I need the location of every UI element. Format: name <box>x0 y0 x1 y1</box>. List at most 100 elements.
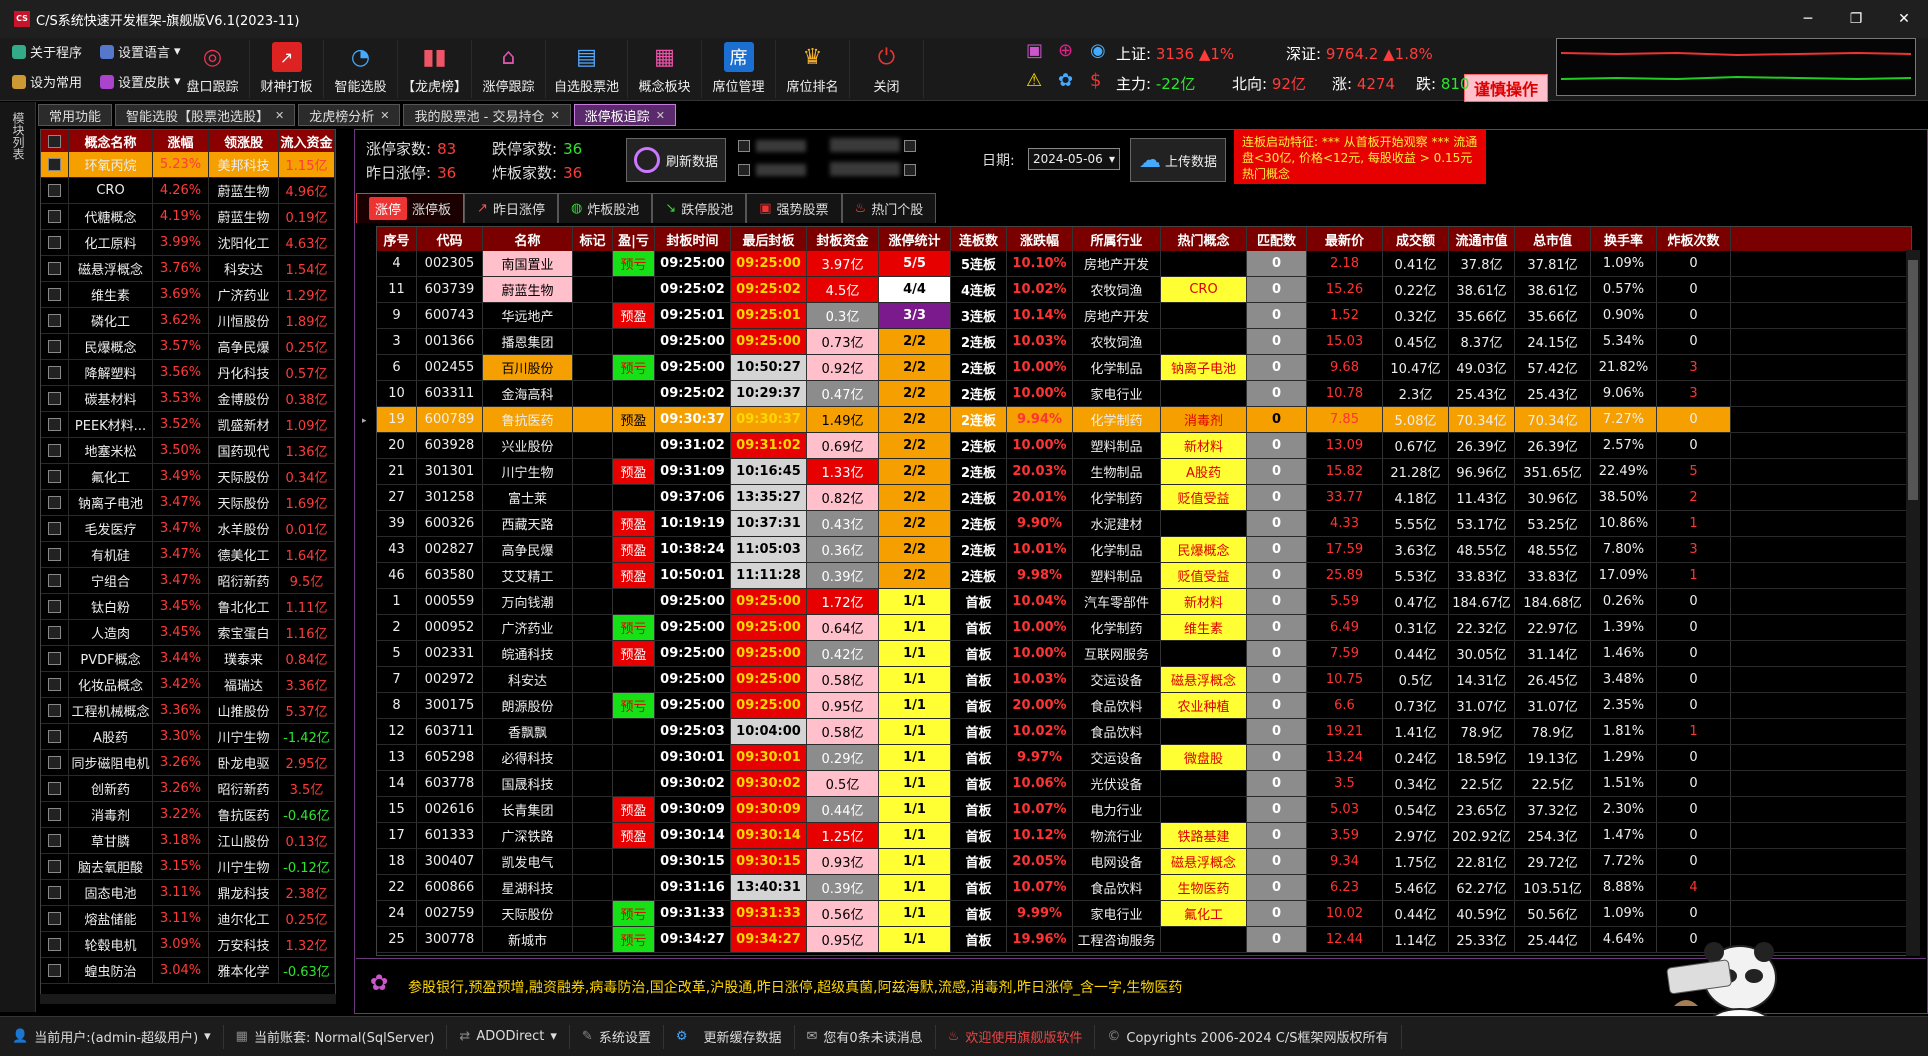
table-row[interactable]: 39 600326 西藏天路 预盈 10:19:19 10:37:31 0.43亿 2/2 2连… <box>377 511 1911 537</box>
header-leader[interactable]: 领涨股 <box>209 130 279 152</box>
header-concept-name[interactable]: 概念名称 <box>69 130 153 152</box>
set-common-button[interactable]: 设为常用 <box>12 72 82 91</box>
row-checkbox[interactable] <box>48 288 61 301</box>
row-checkbox[interactable] <box>48 964 61 977</box>
select-all-checkbox[interactable] <box>48 134 61 148</box>
table-row[interactable]: 2 000952 广济药业 预亏 09:25:00 09:25:00 0.64亿 1/1 首板 1… <box>377 615 1911 641</box>
row-checkbox[interactable] <box>48 496 61 509</box>
concept-row[interactable]: 宁组合 3.47% 昭衍新药 9.5亿 <box>41 568 335 594</box>
concept-row[interactable]: 毛发医疗 3.47% 水羊股份 0.01亿 <box>41 516 335 542</box>
close-icon[interactable]: ✕ <box>380 109 389 122</box>
row-checkbox[interactable] <box>48 652 61 665</box>
seat-rank-button[interactable]: ♛ 席位排名 <box>776 40 850 98</box>
grid-header-cell[interactable]: 名称 <box>483 227 573 251</box>
row-checkbox[interactable] <box>48 314 61 327</box>
concept-row[interactable]: PEEK材料... 3.52% 凯盛新材 1.09亿 <box>41 412 335 438</box>
grid-header-cell[interactable]: 换手率 <box>1591 227 1657 251</box>
row-checkbox[interactable] <box>48 418 61 431</box>
concept-row[interactable]: 草甘膦 3.18% 江山股份 0.13亿 <box>41 828 335 854</box>
row-checkbox[interactable] <box>48 236 61 249</box>
table-row[interactable]: 43 002827 高争民爆 预盈 10:38:24 11:05:03 0.36亿 2/2 2连… <box>377 537 1911 563</box>
concept-row[interactable]: 蝗虫防治 3.04% 雅本化学 -0.63亿 <box>41 958 335 984</box>
concept-board-button[interactable]: ▦ 概念板块 <box>628 40 702 98</box>
ado-direct[interactable]: ⇄ ADODirect ▾ <box>447 1024 570 1049</box>
close-window-icon[interactable]: ✕ <box>1880 0 1928 38</box>
concept-row[interactable]: 化工原料 3.99% 沈阳化工 4.63亿 <box>41 230 335 256</box>
row-checkbox[interactable] <box>48 938 61 951</box>
row-checkbox[interactable] <box>48 860 61 873</box>
concept-row[interactable]: 代糖概念 4.19% 蔚蓝生物 0.19亿 <box>41 204 335 230</box>
grid-header-cell[interactable]: 成交额 <box>1383 227 1449 251</box>
concept-row[interactable]: 维生素 3.69% 广济药业 1.29亿 <box>41 282 335 308</box>
concept-row[interactable]: 工程机械概念 3.36% 山推股份 5.37亿 <box>41 698 335 724</box>
gear-icon[interactable]: ✿ <box>1058 70 1073 91</box>
tape-tracking-button[interactable]: ◎ 盘口跟踪 <box>176 40 250 98</box>
concept-row[interactable]: 有机硅 3.47% 德美化工 1.64亿 <box>41 542 335 568</box>
row-checkbox[interactable] <box>48 574 61 587</box>
left-hscroll[interactable] <box>40 994 336 1004</box>
table-row[interactable]: 4 002305 南国置业 预亏 09:25:00 09:25:00 3.97亿 5/5 5连板… <box>377 251 1911 277</box>
date-picker[interactable]: 2024-05-06 ▾ <box>1028 148 1120 170</box>
subtab-limit-up[interactable]: 涨停 涨停板 <box>356 193 465 223</box>
caution-button[interactable]: 谨慎操作 <box>1464 74 1548 102</box>
row-checkbox[interactable] <box>48 262 61 275</box>
row-checkbox[interactable] <box>48 834 61 847</box>
row-checkbox[interactable] <box>48 808 61 821</box>
concept-row[interactable]: 同步磁阻电机 3.26% 卧龙电驱 2.95亿 <box>41 750 335 776</box>
watchlist-button[interactable]: ▤ 自选股票池 <box>546 40 628 98</box>
row-checkbox[interactable] <box>48 340 61 353</box>
close-icon[interactable]: ✕ <box>550 109 559 122</box>
subtab-strong[interactable]: ▣ 强势股票 <box>746 193 842 223</box>
close-icon[interactable]: ✕ <box>275 109 284 122</box>
concept-row[interactable]: 钠离子电池 3.47% 天际股份 1.69亿 <box>41 490 335 516</box>
row-checkbox[interactable] <box>48 444 61 457</box>
row-checkbox[interactable] <box>48 730 61 743</box>
concept-row[interactable]: 磁悬浮概念 3.76% 科安达 1.54亿 <box>41 256 335 282</box>
grid-header-cell[interactable]: 封板资金 <box>807 227 879 251</box>
concept-row[interactable]: 氟化工 3.49% 天际股份 0.34亿 <box>41 464 335 490</box>
grid-header-cell[interactable]: 总市值 <box>1515 227 1591 251</box>
table-row[interactable]: 17 601333 广深铁路 预盈 09:30:14 09:30:14 1.25亿 1/1 首板… <box>377 823 1911 849</box>
grid-header-cell[interactable]: 炸板次数 <box>1657 227 1731 251</box>
table-row[interactable]: 20 603928 兴业股份 09:31:02 09:31:02 0.69亿 2/2 2连板 1… <box>377 433 1911 459</box>
smart-pick-button[interactable]: ◔ 智能选股 <box>324 40 398 98</box>
module-list-strip[interactable]: 模块列表 <box>0 102 36 1012</box>
grid-header-cell[interactable]: 涨停统计 <box>879 227 951 251</box>
option-checkbox-4[interactable] <box>904 164 916 176</box>
concept-row[interactable]: CRO 4.26% 蔚蓝生物 4.96亿 <box>41 178 335 204</box>
table-row[interactable]: 8 300175 朗源股份 预亏 09:25:00 09:25:00 0.95亿 1/1 首板 2… <box>377 693 1911 719</box>
add-icon[interactable]: ⊕ <box>1058 40 1073 61</box>
board-trading-button[interactable]: ↗ 财神打板 <box>250 40 324 98</box>
concept-row[interactable]: 磷化工 3.62% 川恒股份 1.89亿 <box>41 308 335 334</box>
table-row[interactable]: 11 603739 蔚蓝生物 09:25:02 09:25:02 4.5亿 4/4 4连板 10… <box>377 277 1911 303</box>
row-checkbox[interactable] <box>48 548 61 561</box>
concept-row[interactable]: 民爆概念 3.57% 高争民爆 0.25亿 <box>41 334 335 360</box>
table-row[interactable]: 46 603580 艾艾精工 预盈 10:50:01 11:11:28 0.39亿 2/2 2连… <box>377 563 1911 589</box>
row-checkbox[interactable] <box>48 756 61 769</box>
concept-row[interactable]: 消毒剂 3.22% 鲁抗医药 -0.46亿 <box>41 802 335 828</box>
concept-row[interactable]: 固态电池 3.11% 鼎龙科技 2.38亿 <box>41 880 335 906</box>
header-change[interactable]: 涨幅 <box>153 130 209 152</box>
concept-row[interactable]: 降解塑料 3.56% 丹化科技 0.57亿 <box>41 360 335 386</box>
concept-row[interactable]: 创新药 3.26% 昭衍新药 3.5亿 <box>41 776 335 802</box>
restore-icon[interactable]: ❐ <box>1832 0 1880 38</box>
row-checkbox[interactable] <box>48 912 61 925</box>
row-checkbox[interactable] <box>48 600 61 613</box>
tab-smart-pick[interactable]: 智能选股【股票池选股】 ✕ <box>115 104 296 126</box>
table-row[interactable]: 18 300407 凯发电气 09:30:15 09:30:15 0.93亿 1/1 首板 20… <box>377 849 1911 875</box>
table-row[interactable]: 9 600743 华远地产 预盈 09:25:01 09:25:01 0.3亿 3/3 3连板 1… <box>377 303 1911 329</box>
close-icon[interactable]: ✕ <box>656 109 665 122</box>
table-row[interactable]: 3 001366 播恩集团 09:25:00 09:25:00 0.73亿 2/2 2连板 10… <box>377 329 1911 355</box>
skin-button[interactable]: 设置皮肤 ▾ <box>100 72 181 91</box>
table-row[interactable]: 10 603311 金海高科 09:25:02 10:29:37 0.47亿 2/2 2连板 1… <box>377 381 1911 407</box>
refresh-icon[interactable]: ◉ <box>1090 40 1106 61</box>
row-checkbox[interactable] <box>48 626 61 639</box>
about-button[interactable]: 关于程序 <box>12 42 82 61</box>
tab-common[interactable]: 常用功能 <box>38 104 113 126</box>
concept-row[interactable]: 熔盐储能 3.11% 迪尔化工 0.25亿 <box>41 906 335 932</box>
table-row[interactable]: 1 000559 万向钱潮 09:25:00 09:25:00 1.72亿 1/1 首板 10.… <box>377 589 1911 615</box>
concept-row[interactable]: 地塞米松 3.50% 国药现代 1.36亿 <box>41 438 335 464</box>
row-checkbox[interactable] <box>48 392 61 405</box>
row-checkbox[interactable] <box>48 210 61 223</box>
refresh-button[interactable]: 刷新数据 <box>626 138 726 182</box>
